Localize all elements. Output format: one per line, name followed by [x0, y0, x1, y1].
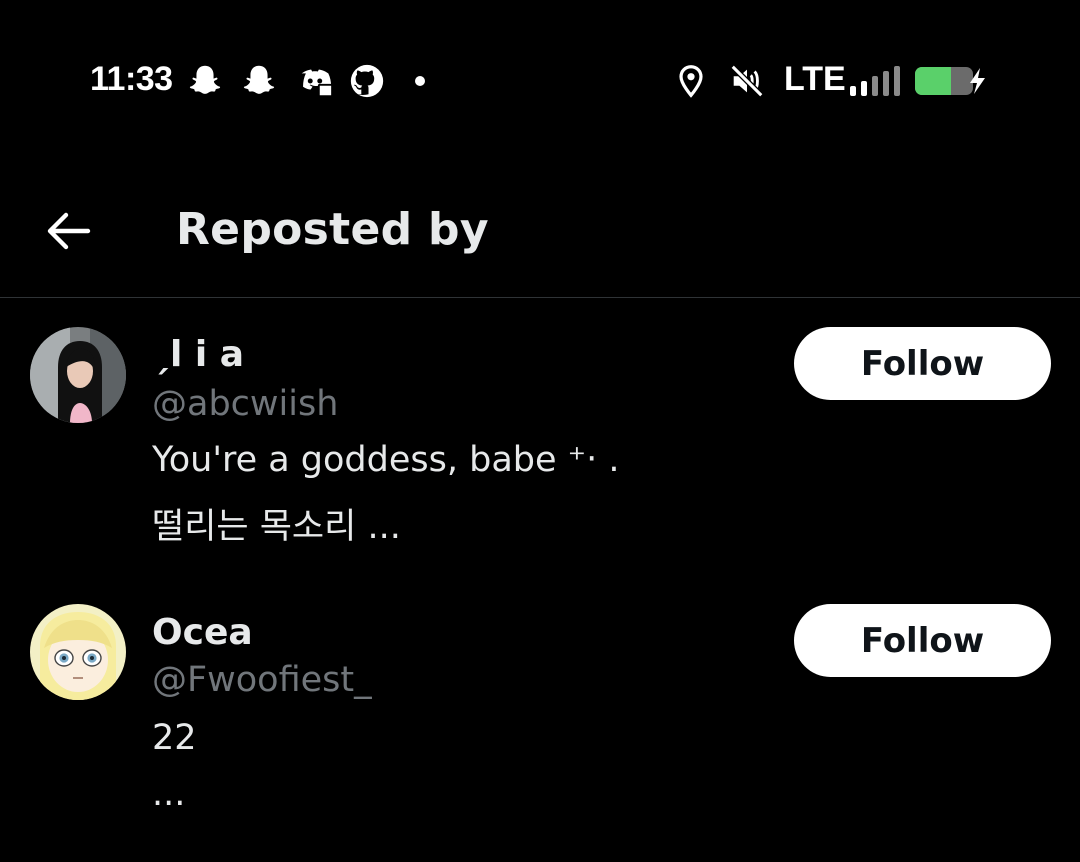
status-time: 11:33 — [90, 60, 173, 98]
back-arrow-icon[interactable] — [40, 202, 98, 260]
signal-icon — [850, 66, 900, 96]
github-icon — [350, 64, 384, 98]
page-title: Reposted by — [176, 204, 489, 255]
bio-line: 22 — [152, 718, 197, 758]
notification-dot — [415, 76, 425, 86]
avatar[interactable] — [30, 604, 126, 700]
follow-button[interactable]: Follow — [794, 604, 1051, 677]
display-name[interactable]: Ocea — [152, 612, 253, 653]
bio-line: You're a goddess, babe ⁺‧ . — [152, 440, 620, 480]
follow-button[interactable]: Follow — [794, 327, 1051, 400]
avatar[interactable] — [30, 327, 126, 423]
user-handle[interactable]: @Fwoofiest_ — [152, 660, 372, 700]
discord-icon — [301, 69, 334, 98]
bio-line: 떨리는 목소리 ... — [152, 507, 401, 547]
location-icon — [679, 65, 703, 98]
header-bar: Reposted by — [0, 162, 1080, 298]
snapchat-icon — [243, 65, 275, 94]
display-name[interactable]: ˏl i a — [152, 334, 244, 375]
snapchat-icon — [189, 65, 221, 94]
user-handle[interactable]: @abcwiish — [152, 384, 338, 424]
status-bar: 11:33 LTE — [0, 0, 1080, 162]
user-cell[interactable]: ˏl i a @abcwiish You're a goddess, babe … — [0, 298, 1080, 578]
user-cell[interactable]: Ocea @Fwoofiest_ 22 ... Follow — [0, 578, 1080, 862]
mute-icon — [730, 64, 764, 98]
network-type: LTE — [784, 60, 846, 98]
bio-line: ... — [152, 774, 186, 814]
battery-charging-icon — [915, 67, 985, 95]
